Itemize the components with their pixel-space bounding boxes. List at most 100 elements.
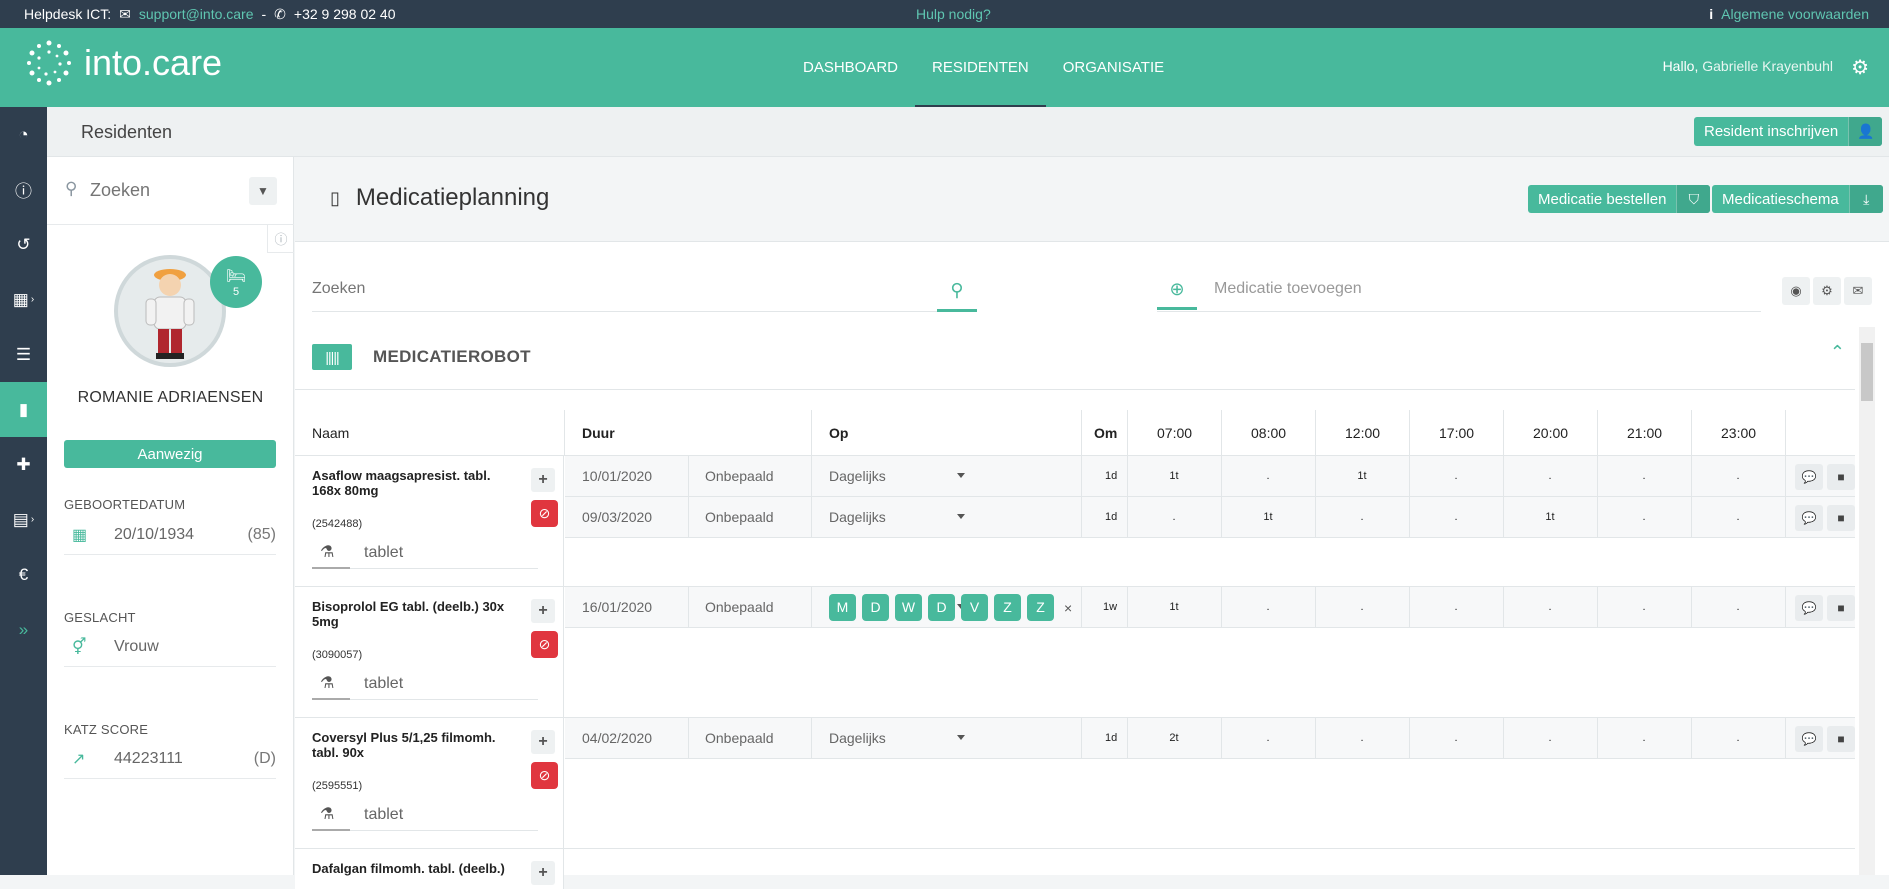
medication-form[interactable]: ⚗ tablet [312,799,538,831]
dose-cell[interactable]: . [1409,456,1503,497]
chevron-up-icon[interactable]: ⌃ [1830,342,1845,363]
duration-select[interactable]: Onbepaald [705,497,774,538]
dose-cell[interactable]: . [1503,587,1597,628]
start-date[interactable]: 16/01/2020 [582,587,652,628]
dose-cell[interactable]: . [1409,718,1503,759]
dose-cell[interactable]: 1t [1315,456,1409,497]
chevron-down-icon[interactable] [957,514,965,519]
dose-cell[interactable]: 2t [1127,718,1221,759]
dose-cell[interactable]: . [1691,456,1785,497]
frequency-value[interactable]: Dagelijks [829,718,886,759]
settings-gear-icon[interactable]: ⚙ [1851,55,1869,80]
envelope-open-icon[interactable]: ✉ [1844,277,1872,305]
add-medication[interactable]: ⊕ Medicatie toevoegen [1157,272,1761,312]
list-icon[interactable]: ☰ [0,327,47,382]
stop-square-icon[interactable]: ■ [1827,595,1855,621]
dose-cell[interactable]: . [1221,718,1315,759]
calendar-icon[interactable]: ▦ › [0,272,47,327]
dose-cell[interactable]: . [1691,587,1785,628]
start-date[interactable]: 09/03/2020 [582,497,652,538]
comment-icon[interactable]: 💬 [1795,505,1823,531]
expand-chevrons-icon[interactable]: » [0,602,47,657]
dose-cell[interactable]: . [1315,497,1409,538]
info-circle-icon[interactable]: ⓘ [0,162,47,217]
dose-cell[interactable]: . [1691,497,1785,538]
medication-pill-icon[interactable]: ▮ [0,382,47,437]
status-button[interactable]: Aanwezig [64,440,276,468]
dose-cell[interactable]: . [1597,718,1691,759]
dose-cell[interactable]: . [1503,456,1597,497]
medication-schema-button[interactable]: Medicatieschema ⤓ [1712,185,1883,213]
duration-select[interactable]: Onbepaald [705,718,774,759]
start-date[interactable]: 04/02/2020 [582,718,652,759]
day-toggle[interactable]: D [862,594,889,621]
chevron-down-icon[interactable] [957,735,965,740]
terms-link[interactable]: Algemene voorwaarden [1721,0,1869,28]
robot-section-header[interactable]: ||||| MEDICATIEROBOT ⌃ [295,322,1855,390]
dose-cell[interactable]: . [1597,456,1691,497]
day-toggle[interactable]: V [961,594,988,621]
start-date[interactable]: 10/01/2020 [582,456,652,497]
comment-icon[interactable]: 💬 [1795,595,1823,621]
stop-square-icon[interactable]: ■ [1827,505,1855,531]
cog-icon[interactable]: ⚙ [1813,277,1841,305]
nav-residenten[interactable]: RESIDENTEN [915,28,1046,107]
duration-select[interactable]: Onbepaald [705,587,774,628]
stop-medication-button[interactable]: ⊘ [531,631,558,658]
document-icon[interactable]: ▤ › [0,492,47,547]
dose-cell[interactable]: . [1409,497,1503,538]
stop-square-icon[interactable]: ■ [1827,726,1855,752]
frequency-value[interactable]: Dagelijks [829,456,886,497]
clear-days-icon[interactable]: × [1064,600,1072,616]
day-toggle[interactable]: D [928,594,955,621]
help-link[interactable]: Hulp nodig? [916,0,991,28]
comment-icon[interactable]: 💬 [1795,726,1823,752]
day-toggle[interactable]: Z [1027,594,1054,621]
chevron-down-icon[interactable] [957,473,965,478]
dose-cell[interactable]: 1t [1221,497,1315,538]
add-line-button[interactable]: + [531,599,555,623]
plus-circle-icon[interactable]: ⊕ [1157,272,1197,310]
eye-icon[interactable]: ◉ [1782,277,1810,305]
add-line-button[interactable]: + [531,861,555,885]
medication-form[interactable]: ⚗ tablet [312,537,538,569]
scrollbar-thumb[interactable] [1861,343,1873,401]
dose-cell[interactable]: . [1127,497,1221,538]
dose-cell[interactable]: . [1503,718,1597,759]
dose-cell[interactable]: . [1315,587,1409,628]
dose-cell[interactable]: . [1597,587,1691,628]
dose-cell[interactable]: 1t [1127,456,1221,497]
search-icon[interactable]: ⚲ [937,272,977,312]
history-icon[interactable]: ↺ [0,217,47,272]
logo[interactable]: into.care [24,38,222,88]
dose-cell[interactable]: 1t [1127,587,1221,628]
medkit-icon[interactable]: ✚ [0,437,47,492]
scrollbar[interactable] [1859,327,1875,875]
dose-cell[interactable]: . [1409,587,1503,628]
day-toggle[interactable]: M [829,594,856,621]
dose-cell[interactable]: 1t [1503,497,1597,538]
comment-icon[interactable]: 💬 [1795,464,1823,490]
medication-form[interactable]: ⚗ tablet [312,668,538,700]
nav-organisatie[interactable]: ORGANISATIE [1046,28,1181,107]
support-email-link[interactable]: support@into.care [139,6,254,22]
stop-square-icon[interactable]: ■ [1827,464,1855,490]
euro-icon[interactable]: € [0,547,47,602]
order-medication-button[interactable]: Medicatie bestellen ⛉ [1528,185,1711,213]
stop-medication-button[interactable]: ⊘ [531,500,558,527]
info-icon[interactable]: ⓘ [267,225,294,253]
duration-select[interactable]: Onbepaald [705,456,774,497]
dose-cell[interactable]: . [1691,718,1785,759]
user-greeting[interactable]: Hallo, Gabrielle Krayenbuhl [1663,58,1833,74]
add-line-button[interactable]: + [531,468,555,492]
nav-dashboard[interactable]: DASHBOARD [786,28,915,107]
dose-cell[interactable]: . [1597,497,1691,538]
register-resident-button[interactable]: Resident inschrijven 👤 [1694,117,1883,146]
dose-cell[interactable]: . [1221,587,1315,628]
dose-cell[interactable]: . [1315,718,1409,759]
dose-cell[interactable]: . [1221,456,1315,497]
resident-search-input[interactable] [90,176,230,204]
day-toggle[interactable]: Z [994,594,1021,621]
frequency-value[interactable]: Dagelijks [829,497,886,538]
day-toggle[interactable]: W [895,594,922,621]
